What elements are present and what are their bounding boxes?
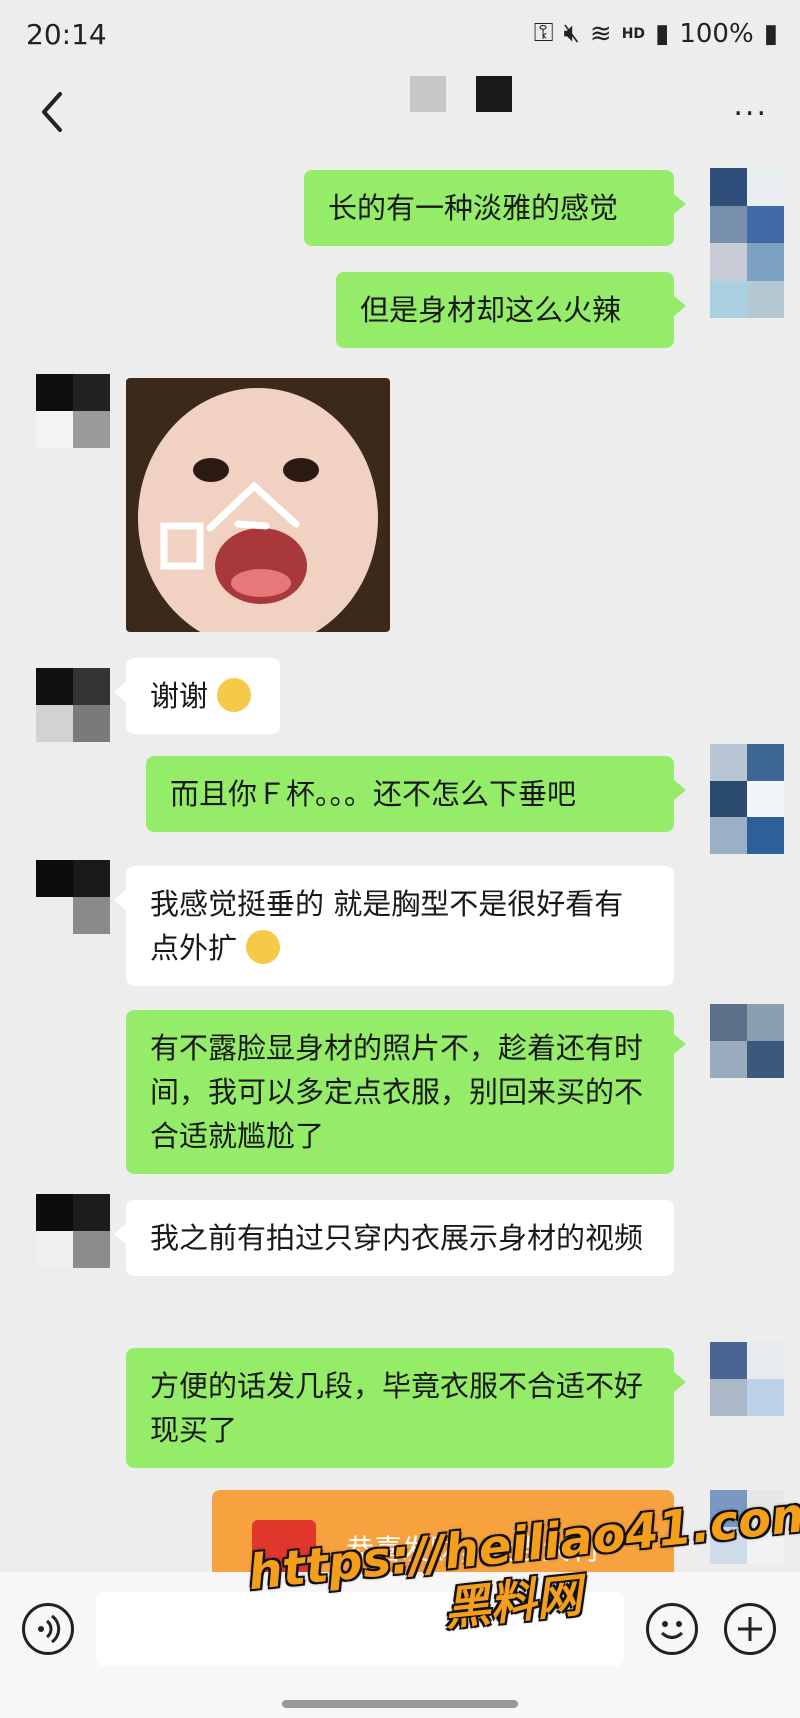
- red-envelope-icon: [252, 1520, 316, 1572]
- battery-icon: ▮: [763, 18, 778, 49]
- emoji-button[interactable]: [646, 1603, 698, 1655]
- message-text: 有不露脸显身材的照片不，趁着还有时间，我可以多定点衣服，别回来买的不合适就尴尬了: [150, 1031, 644, 1153]
- message-text: 我感觉挺垂的 就是胸型不是很好看有点外扩: [150, 887, 624, 965]
- avatar[interactable]: [36, 1194, 110, 1268]
- message-text: 我之前有拍过只穿内衣展示身材的视频: [150, 1221, 644, 1255]
- status-bar: 20:14 ⚿ 🔇︎ ≋ HD ▮ 100% ▮: [0, 0, 800, 72]
- message-bubble[interactable]: 谢谢: [114, 658, 280, 734]
- message-bubble[interactable]: 长的有一种淡雅的感觉: [304, 170, 686, 246]
- plus-icon: [738, 1617, 762, 1641]
- message-text: 而且你Ｆ杯。。。还不怎么下垂吧: [170, 777, 577, 811]
- avatar[interactable]: [36, 860, 110, 934]
- nav-bar: ■ ■ ...: [0, 72, 800, 152]
- chat-list[interactable]: 长的有一种淡雅的感觉 但是身材却这么火辣 谢谢 而且你Ｆ杯。。。还不怎么下垂吧 …: [0, 152, 800, 1572]
- wifi-icon: ≋: [589, 18, 612, 49]
- mute-icon: 🔇︎: [563, 18, 580, 48]
- chevron-left-icon: [42, 92, 62, 132]
- baby-face-sticker: [126, 378, 390, 632]
- avatar[interactable]: [710, 744, 784, 854]
- avatar[interactable]: [710, 1004, 784, 1078]
- message-bubble[interactable]: 而且你Ｆ杯。。。还不怎么下垂吧: [146, 756, 686, 832]
- message-bubble[interactable]: 我之前有拍过只穿内衣展示身材的视频: [114, 1200, 674, 1276]
- back-button[interactable]: [24, 82, 84, 142]
- message-bubble[interactable]: 有不露脸显身材的照片不，趁着还有时间，我可以多定点衣服，别回来买的不合适就尴尬了: [126, 1010, 686, 1174]
- avatar[interactable]: [36, 668, 110, 742]
- message-bubble[interactable]: 我感觉挺垂的 就是胸型不是很好看有点外扩: [114, 866, 674, 986]
- sticker-image[interactable]: [126, 378, 390, 632]
- smiley-icon: [660, 1621, 684, 1639]
- message-text: 谢谢: [150, 679, 209, 713]
- status-time: 20:14: [26, 18, 107, 51]
- key-icon: ⚿: [533, 18, 554, 48]
- red-packet-text: 恭喜发财，大吉大利: [346, 1533, 599, 1566]
- message-text: 长的有一种淡雅的感觉: [328, 191, 619, 225]
- avatar[interactable]: [36, 374, 110, 448]
- more-button[interactable]: ...: [733, 88, 768, 123]
- message-text: 方便的话发几段，毕竟衣服不合适不好现买了: [150, 1369, 644, 1447]
- title-censor-block: [476, 76, 512, 112]
- voice-icon: [38, 1614, 61, 1644]
- smiling-emoji-icon: [217, 678, 252, 712]
- message-text: 但是身材却这么火辣: [360, 293, 622, 327]
- voice-input-button[interactable]: [22, 1603, 74, 1655]
- message-input[interactable]: [96, 1592, 624, 1666]
- status-icons: ⚿ 🔇︎ ≋ HD ▮ 100% ▮: [534, 18, 778, 49]
- avatar[interactable]: [710, 1490, 784, 1564]
- home-indicator[interactable]: [282, 1700, 518, 1708]
- avatar[interactable]: [710, 1342, 784, 1416]
- message-bubble[interactable]: 但是身材却这么火辣: [336, 272, 686, 348]
- title-censor-block: [410, 76, 446, 112]
- battery-text: 100%: [679, 18, 754, 49]
- chat-title: ■ ■: [410, 76, 512, 112]
- input-bar: [0, 1572, 800, 1718]
- avatar[interactable]: [710, 168, 784, 318]
- flushed-emoji-icon: [246, 930, 281, 964]
- red-packet-card[interactable]: 恭喜发财，大吉大利: [212, 1490, 674, 1572]
- message-bubble[interactable]: 方便的话发几段，毕竟衣服不合适不好现买了: [126, 1348, 686, 1468]
- signal-icon: ▮: [655, 18, 670, 49]
- more-actions-button[interactable]: [724, 1603, 776, 1655]
- hd-badge: HD: [621, 25, 646, 42]
